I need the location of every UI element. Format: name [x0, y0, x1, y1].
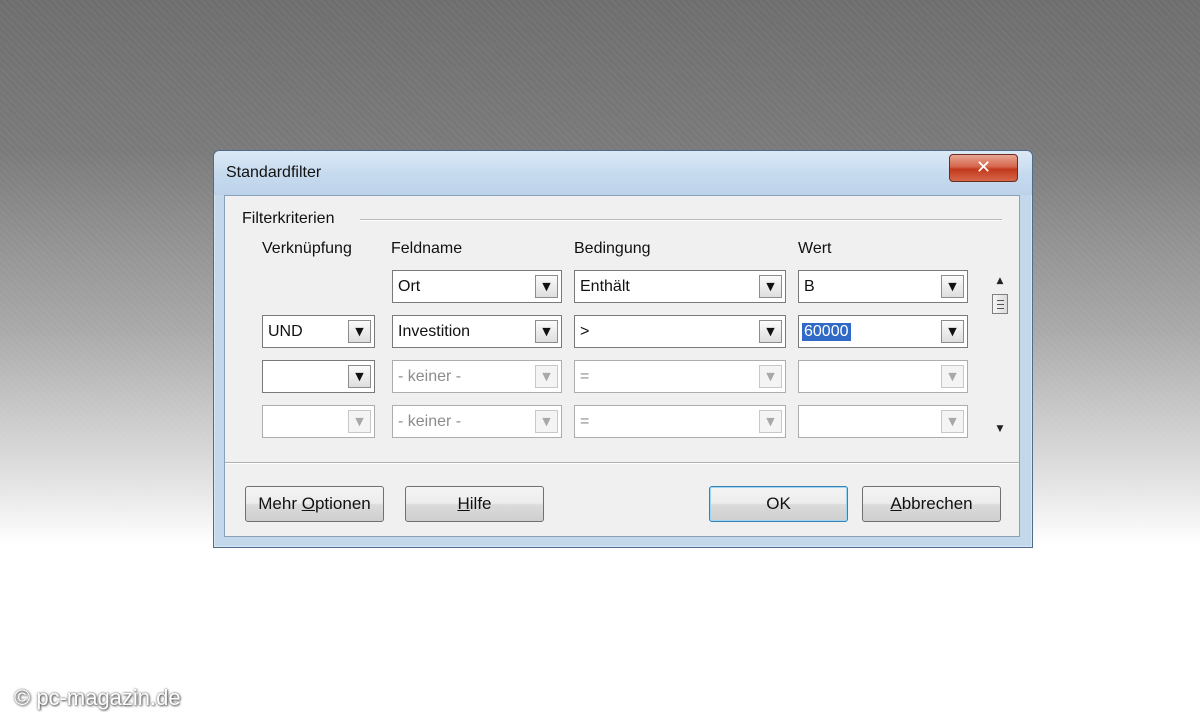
row3-value-combobox: ▼	[798, 360, 968, 393]
row1-value-combobox[interactable]: B ▼	[798, 270, 968, 303]
column-header-condition: Bedingung	[574, 240, 651, 257]
dropdown-arrow-icon: ▼	[348, 410, 371, 433]
scroll-down-icon[interactable]: ▼	[992, 422, 1008, 436]
dropdown-arrow-icon[interactable]: ▼	[348, 365, 371, 388]
row4-condition-dropdown: = ▼	[574, 405, 786, 438]
row1-field-dropdown[interactable]: Ort ▼	[392, 270, 562, 303]
more-options-label-post: ptionen	[314, 494, 371, 513]
dropdown-arrow-icon[interactable]: ▼	[941, 320, 964, 343]
dropdown-arrow-icon: ▼	[759, 410, 782, 433]
help-label-post: ilfe	[469, 494, 492, 513]
row3-connector-dropdown[interactable]: ▼	[262, 360, 375, 393]
dropdown-arrow-icon: ▼	[535, 365, 558, 388]
row2-value-combobox[interactable]: 60000 ▼	[798, 315, 968, 348]
row2-value-text[interactable]: 60000	[802, 323, 851, 341]
dropdown-arrow-icon: ▼	[941, 365, 964, 388]
dropdown-arrow-icon[interactable]: ▼	[535, 275, 558, 298]
help-mnemonic: H	[457, 494, 470, 513]
cancel-button[interactable]: Abbrechen	[862, 486, 1001, 522]
dropdown-arrow-icon[interactable]: ▼	[941, 275, 964, 298]
more-options-label-pre: Mehr	[258, 494, 302, 513]
button-separator	[225, 462, 1019, 464]
group-label-filterkriterien: Filterkriterien	[242, 210, 335, 227]
row2-connector-value: UND	[268, 323, 303, 340]
dropdown-arrow-icon: ▼	[535, 410, 558, 433]
close-icon: ✕	[975, 157, 992, 178]
dropdown-arrow-icon: ▼	[759, 365, 782, 388]
row2-condition-dropdown[interactable]: > ▼	[574, 315, 786, 348]
row4-condition-value: =	[580, 413, 590, 430]
group-divider	[360, 219, 1002, 221]
cancel-mnemonic: A	[890, 494, 902, 513]
cancel-label-post: bbrechen	[901, 494, 973, 513]
row2-condition-value: >	[580, 323, 590, 340]
column-header-connector: Verknüpfung	[262, 240, 352, 257]
more-options-mnemonic: O	[301, 494, 315, 513]
dropdown-arrow-icon[interactable]: ▼	[759, 320, 782, 343]
standardfilter-dialog: Standardfilter ✕ Filterkriterien Verknüp…	[213, 150, 1033, 548]
dropdown-arrow-icon: ▼	[941, 410, 964, 433]
dropdown-arrow-icon[interactable]: ▼	[348, 320, 371, 343]
dialog-title: Standardfilter	[226, 164, 322, 181]
row4-field-dropdown: - keiner - ▼	[392, 405, 562, 438]
row4-field-value: - keiner -	[398, 413, 462, 430]
ok-label: OK	[766, 494, 791, 513]
row4-value-combobox: ▼	[798, 405, 968, 438]
close-button[interactable]: ✕	[949, 154, 1018, 182]
dropdown-arrow-icon[interactable]: ▼	[759, 275, 782, 298]
column-header-value: Wert	[798, 240, 832, 257]
scroll-up-icon[interactable]: ▲	[992, 274, 1008, 288]
dropdown-arrow-icon[interactable]: ▼	[535, 320, 558, 343]
row3-field-value: - keiner -	[398, 368, 462, 385]
row3-condition-dropdown: = ▼	[574, 360, 786, 393]
title-bar[interactable]: Standardfilter ✕	[214, 151, 1032, 195]
row2-field-value: Investition	[398, 323, 471, 340]
row1-condition-dropdown[interactable]: Enthält ▼	[574, 270, 786, 303]
scrollbar-thumb[interactable]	[992, 294, 1008, 314]
row1-field-value: Ort	[398, 278, 421, 295]
row4-connector-dropdown: ▼	[262, 405, 375, 438]
row1-condition-value: Enthält	[580, 278, 630, 295]
row2-field-dropdown[interactable]: Investition ▼	[392, 315, 562, 348]
row3-field-dropdown: - keiner - ▼	[392, 360, 562, 393]
help-button[interactable]: Hilfe	[405, 486, 544, 522]
row3-condition-value: =	[580, 368, 590, 385]
dialog-content: Filterkriterien Verknüpfung Feldname Bed…	[224, 195, 1020, 537]
row2-connector-dropdown[interactable]: UND ▼	[262, 315, 375, 348]
watermark: © pc-magazin.de	[14, 685, 181, 710]
ok-button[interactable]: OK	[709, 486, 848, 522]
column-header-field: Feldname	[391, 240, 463, 257]
more-options-button[interactable]: Mehr Optionen	[245, 486, 384, 522]
row1-value-text[interactable]: B	[804, 278, 815, 296]
